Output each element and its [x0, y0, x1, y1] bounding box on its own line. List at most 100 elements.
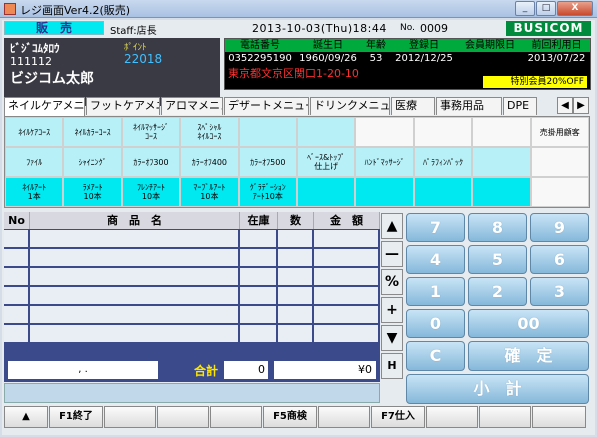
key-2[interactable]: 2 — [468, 277, 527, 306]
product-button[interactable]: ﾌｧｲﾙ — [5, 147, 64, 177]
tab-aroma[interactable]: アロマメニュー — [161, 97, 223, 115]
key-0[interactable]: 0 — [406, 309, 465, 338]
table-row[interactable] — [4, 306, 380, 325]
f1-exit-button[interactable]: F1終了 — [49, 406, 103, 428]
function-key-bar: ▲ F1終了 F5商検 F7仕入 — [4, 406, 592, 430]
barcode-input[interactable]: , . — [8, 361, 158, 379]
product-button[interactable] — [238, 117, 297, 147]
product-button[interactable]: ﾊﾝﾄﾞﾏｯｻｰｼﾞ — [355, 147, 414, 177]
function-key[interactable] — [479, 406, 531, 428]
product-button[interactable]: ﾍﾞｰｽ&ﾄｯﾌﾟ 仕上げ — [297, 147, 356, 177]
table-row[interactable] — [4, 230, 380, 249]
product-button[interactable]: ｼｬｲﾆﾝｸﾞ — [63, 147, 122, 177]
product-button[interactable]: ｶﾗｰｵﾌ300 — [121, 147, 181, 177]
product-button[interactable]: ﾈｲﾙｶﾗｰｺｰｽ — [63, 117, 122, 147]
info-value: 53 — [369, 53, 383, 64]
close-button[interactable]: X — [557, 1, 593, 16]
product-button[interactable] — [297, 177, 356, 207]
key-9[interactable]: 9 — [530, 213, 589, 242]
product-button[interactable]: ﾗﾒｱｰﾄ 10本 — [63, 177, 122, 207]
percent-button[interactable]: % — [381, 269, 403, 295]
column-header: No — [4, 212, 30, 229]
product-button[interactable]: ｽﾍﾟｼｬﾙ ﾈｲﾙｺｰｽ — [180, 117, 239, 147]
product-button[interactable] — [472, 147, 531, 177]
title-bar: レジ画面Ver4.2(販売) _ □ X — [0, 0, 597, 18]
table-header: No 商 品 名 在庫 数 金 額 — [4, 212, 380, 229]
info-header: 会員期限日 — [465, 40, 515, 51]
tab-drink[interactable]: ドリンクメニュー — [310, 97, 390, 115]
function-key[interactable] — [210, 406, 262, 428]
table-row[interactable] — [4, 268, 380, 287]
function-key[interactable] — [532, 406, 586, 428]
product-button[interactable]: ｸﾞﾗﾃﾞｰｼｮﾝ ｱｰﾄ10本 — [238, 177, 297, 207]
customer-info-panel: 電話番号 誕生日 年齢 登録日 会員期限日 前回利用日 0352295190 1… — [224, 38, 591, 90]
table-row[interactable] — [4, 287, 380, 306]
tab-dessert[interactable]: デザートメニュー — [224, 97, 309, 115]
minus-button[interactable]: — — [381, 241, 403, 267]
product-button[interactable] — [472, 177, 531, 207]
key-5[interactable]: 5 — [468, 245, 527, 274]
column-header: 金 額 — [314, 212, 380, 229]
info-values: 0352295190 1960/09/26 53 2012/12/25 2013… — [225, 53, 590, 65]
function-key[interactable] — [104, 406, 156, 428]
table-row[interactable] — [4, 325, 380, 344]
tab-dpe[interactable]: DPE — [503, 97, 537, 115]
receipt-no-value: 0009 — [420, 22, 448, 35]
totals-bar: , . 合計 0 ¥0 — [4, 358, 380, 382]
key-3[interactable]: 3 — [530, 277, 589, 306]
product-button[interactable]: ﾈｲﾙﾏｯｻｰｼﾞ ｺｰｽ — [121, 117, 181, 147]
key-1[interactable]: 1 — [406, 277, 465, 306]
product-button[interactable] — [413, 177, 473, 207]
hold-button[interactable]: H — [381, 353, 403, 379]
tab-scroll-left-icon[interactable]: ◀ — [557, 97, 573, 114]
down-arrow-icon[interactable]: ▼ — [381, 325, 403, 351]
customer-panel[interactable]: ﾋﾞｼﾞｺﾑﾀﾛｳ ﾎﾟｲﾝﾄ 111112 22018 ビジコム太郎 — [4, 38, 220, 106]
key-7[interactable]: 7 — [406, 213, 465, 242]
info-value: 2013/07/22 — [527, 53, 586, 64]
tab-office-supplies[interactable]: 事務用品 — [436, 97, 502, 115]
product-button[interactable]: ﾊﾟﾗﾌｨﾝﾊﾟｯｸ — [413, 147, 473, 177]
product-button[interactable] — [355, 177, 414, 207]
tab-scroll-right-icon[interactable]: ▶ — [573, 97, 589, 114]
info-value: 2012/12/25 — [395, 53, 453, 64]
key-4[interactable]: 4 — [406, 245, 465, 274]
function-key[interactable] — [318, 406, 370, 428]
info-value — [457, 53, 523, 65]
product-button[interactable]: ﾈｲﾙｹｱｺｰｽ — [5, 117, 64, 147]
product-button[interactable]: 売掛用顧客 — [530, 117, 589, 147]
tab-medical[interactable]: 医療 — [391, 97, 435, 115]
function-key[interactable] — [426, 406, 478, 428]
key-6[interactable]: 6 — [530, 245, 589, 274]
product-button[interactable] — [530, 147, 589, 177]
up-arrow-icon[interactable]: ▲ — [381, 213, 403, 239]
product-button[interactable]: ﾈｲﾙｱｰﾄ 1本 — [5, 177, 64, 207]
fkey-up-icon[interactable]: ▲ — [4, 406, 48, 428]
product-button[interactable] — [530, 177, 589, 207]
product-button[interactable] — [355, 117, 414, 147]
receipt-no-label: No. — [400, 23, 415, 33]
confirm-button[interactable]: 確 定 — [468, 341, 589, 371]
subtotal-button[interactable]: 小 計 — [406, 374, 589, 404]
table-row[interactable] — [4, 249, 380, 268]
f5-product-search-button[interactable]: F5商検 — [263, 406, 317, 428]
key-8[interactable]: 8 — [468, 213, 527, 242]
product-button[interactable] — [413, 117, 473, 147]
product-button[interactable] — [472, 117, 531, 147]
product-button[interactable]: ｶﾗｰｵﾌ400 — [180, 147, 239, 177]
column-header: 在庫 — [240, 212, 278, 229]
key-00[interactable]: 00 — [468, 309, 589, 338]
product-grid: ﾈｲﾙｹｱｺｰｽ ﾈｲﾙｶﾗｰｺｰｽ ﾈｲﾙﾏｯｻｰｼﾞ ｺｰｽ ｽﾍﾟｼｬﾙ … — [4, 116, 590, 208]
product-button[interactable]: ｶﾗｰｵﾌ500 — [238, 147, 297, 177]
product-button[interactable]: ﾌﾚﾝﾁｱｰﾄ 10本 — [121, 177, 181, 207]
maximize-button[interactable]: □ — [536, 1, 556, 16]
function-key[interactable] — [157, 406, 209, 428]
tab-nail-care[interactable]: ネイルケアメニュー — [4, 97, 85, 116]
customer-address: 東京都文京区関口1-20-10 — [228, 67, 359, 80]
minimize-button[interactable]: _ — [515, 1, 535, 16]
product-button[interactable]: ﾏｰﾌﾞﾙｱｰﾄ 10本 — [180, 177, 239, 207]
product-button[interactable] — [297, 117, 356, 147]
plus-button[interactable]: + — [381, 297, 403, 323]
clear-button[interactable]: C — [406, 341, 465, 371]
tab-foot-care[interactable]: フットケアメニュー — [86, 97, 160, 115]
f7-purchase-button[interactable]: F7仕入 — [371, 406, 425, 428]
